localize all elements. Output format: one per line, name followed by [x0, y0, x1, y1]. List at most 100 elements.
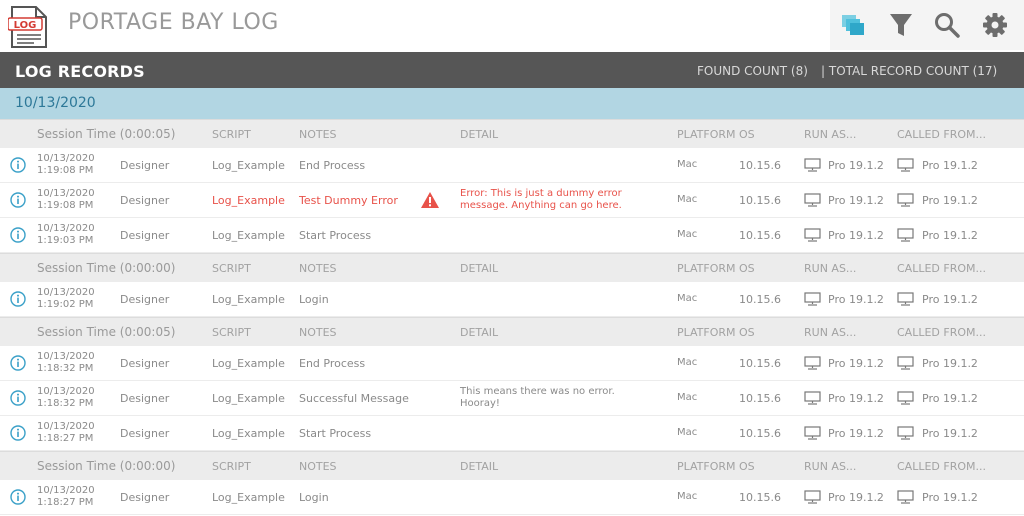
record-detail-line-2: message. Anything can go here.: [460, 200, 622, 211]
column-header-os: OS: [739, 326, 755, 339]
record-script: Log_Example: [212, 293, 285, 306]
log-record-row[interactable]: 10/13/2020 1:19:08 PM Designer Log_Example E…: [0, 148, 1024, 183]
log-record-row[interactable]: 10/13/2020 1:18:32 PM Designer Log_Example S…: [0, 381, 1024, 416]
record-date: 10/13/2020: [37, 485, 95, 496]
record-detail: [460, 357, 670, 369]
record-called-from: Pro 19.1.2: [922, 159, 978, 172]
monitor-icon: [804, 391, 821, 405]
info-icon[interactable]: [10, 291, 26, 307]
monitor-icon: [804, 158, 821, 172]
session-header-row[interactable]: Session Time (0:00:05) SCRIPT NOTES DETAIL P…: [0, 119, 1024, 148]
record-detail-line-1: Error: This is just a dummy error: [460, 188, 622, 199]
record-script: Log_Example: [212, 427, 285, 440]
log-record-row[interactable]: 10/13/2020 1:19:03 PM Designer Log_Example S…: [0, 218, 1024, 253]
column-header-notes: NOTES: [299, 262, 337, 275]
column-header-called-from: CALLED FROM...: [897, 128, 986, 141]
windows-icon[interactable]: [838, 10, 868, 40]
column-header-run-as: RUN AS...: [804, 128, 857, 141]
record-called-from: Pro 19.1.2: [922, 229, 978, 242]
record-date: 10/13/2020: [37, 188, 95, 199]
filter-icon[interactable]: [886, 10, 916, 40]
info-icon[interactable]: [10, 157, 26, 173]
record-time: 1:19:08 PM: [37, 165, 94, 176]
session-header-row[interactable]: Session Time (0:00:00) SCRIPT NOTES DETAIL P…: [0, 451, 1024, 480]
column-header-platform: PLATFORM: [677, 326, 736, 339]
column-header-called-from: CALLED FROM...: [897, 262, 986, 275]
log-record-row[interactable]: 10/13/2020 1:19:08 PM Designer Log_Example T…: [0, 183, 1024, 218]
warning-icon: [420, 191, 440, 212]
record-detail: [460, 159, 670, 171]
record-platform: Mac: [677, 159, 698, 170]
record-timestamp: 10/13/2020 1:18:27 PM: [37, 485, 95, 509]
session-time: Session Time (0:00:00): [37, 459, 176, 473]
info-icon[interactable]: [10, 355, 26, 371]
record-run-as: Pro 19.1.2: [828, 194, 884, 207]
record-timestamp: 10/13/2020 1:18:32 PM: [37, 386, 95, 410]
record-notes: Login: [299, 491, 329, 504]
record-os: 10.15.6: [739, 392, 781, 405]
record-script: Log_Example: [212, 194, 285, 207]
record-script: Log_Example: [212, 491, 285, 504]
record-timestamp: 10/13/2020 1:19:03 PM: [37, 223, 95, 247]
record-os: 10.15.6: [739, 194, 781, 207]
info-icon[interactable]: [10, 390, 26, 406]
record-os: 10.15.6: [739, 293, 781, 306]
total-record-count: | TOTAL RECORD COUNT (17): [821, 64, 998, 78]
record-notes: Test Dummy Error: [299, 194, 398, 207]
toolbar: [830, 0, 1024, 50]
record-detail-line-1: This means there was no error.: [460, 386, 615, 397]
log-record-row[interactable]: 10/13/2020 1:18:32 PM Designer Log_Example E…: [0, 346, 1024, 381]
session-time: Session Time (0:00:00): [37, 261, 176, 275]
column-header-script: SCRIPT: [212, 460, 251, 473]
log-record-row[interactable]: 10/13/2020 1:19:02 PM Designer Log_Example L…: [0, 282, 1024, 317]
record-detail: Error: This is just a dummy error message…: [460, 188, 670, 212]
monitor-icon: [897, 426, 914, 440]
log-record-row[interactable]: 10/13/2020 1:18:27 PM Designer Log_Example L…: [0, 480, 1024, 515]
record-notes: Start Process: [299, 229, 372, 242]
record-called-from: Pro 19.1.2: [922, 427, 978, 440]
column-header-notes: NOTES: [299, 460, 337, 473]
column-header-detail: DETAIL: [460, 326, 499, 339]
monitor-icon: [897, 391, 914, 405]
record-time: 1:19:08 PM: [37, 200, 94, 211]
column-header-os: OS: [739, 128, 755, 141]
info-icon[interactable]: [10, 489, 26, 505]
record-user: Designer: [120, 392, 170, 405]
record-timestamp: 10/13/2020 1:19:08 PM: [37, 153, 95, 177]
info-icon[interactable]: [10, 425, 26, 441]
session-header-row[interactable]: Session Time (0:00:00) SCRIPT NOTES DETAIL P…: [0, 253, 1024, 282]
column-header-called-from: CALLED FROM...: [897, 460, 986, 473]
record-called-from: Pro 19.1.2: [922, 293, 978, 306]
session-header-row[interactable]: Session Time (0:00:05) SCRIPT NOTES DETAIL P…: [0, 317, 1024, 346]
column-header-platform: PLATFORM: [677, 262, 736, 275]
record-os: 10.15.6: [739, 427, 781, 440]
column-header-run-as: RUN AS...: [804, 262, 857, 275]
record-date: 10/13/2020: [37, 351, 95, 362]
monitor-icon: [897, 228, 914, 242]
record-date: 10/13/2020: [37, 421, 95, 432]
record-script: Log_Example: [212, 357, 285, 370]
record-timestamp: 10/13/2020 1:19:02 PM: [37, 287, 95, 311]
record-notes: Successful Message: [299, 392, 409, 405]
record-time: 1:18:27 PM: [37, 433, 94, 444]
log-record-row[interactable]: 10/13/2020 1:18:27 PM Designer Log_Example S…: [0, 416, 1024, 451]
record-called-from: Pro 19.1.2: [922, 357, 978, 370]
record-date: 10/13/2020: [37, 287, 95, 298]
record-date: 10/13/2020: [37, 153, 95, 164]
found-count: FOUND COUNT (8): [697, 64, 808, 78]
record-platform: Mac: [677, 194, 698, 205]
record-platform: Mac: [677, 427, 698, 438]
record-date: 10/13/2020: [37, 223, 95, 234]
record-called-from: Pro 19.1.2: [922, 392, 978, 405]
record-script: Log_Example: [212, 229, 285, 242]
search-icon[interactable]: [932, 10, 962, 40]
record-detail: [460, 293, 670, 305]
record-notes: End Process: [299, 357, 366, 370]
info-icon[interactable]: [10, 192, 26, 208]
record-time: 1:18:32 PM: [37, 398, 94, 409]
column-header-detail: DETAIL: [460, 460, 499, 473]
date-group-header[interactable]: [0, 88, 1024, 119]
gear-icon[interactable]: [980, 10, 1010, 40]
record-detail: [460, 491, 670, 503]
info-icon[interactable]: [10, 227, 26, 243]
